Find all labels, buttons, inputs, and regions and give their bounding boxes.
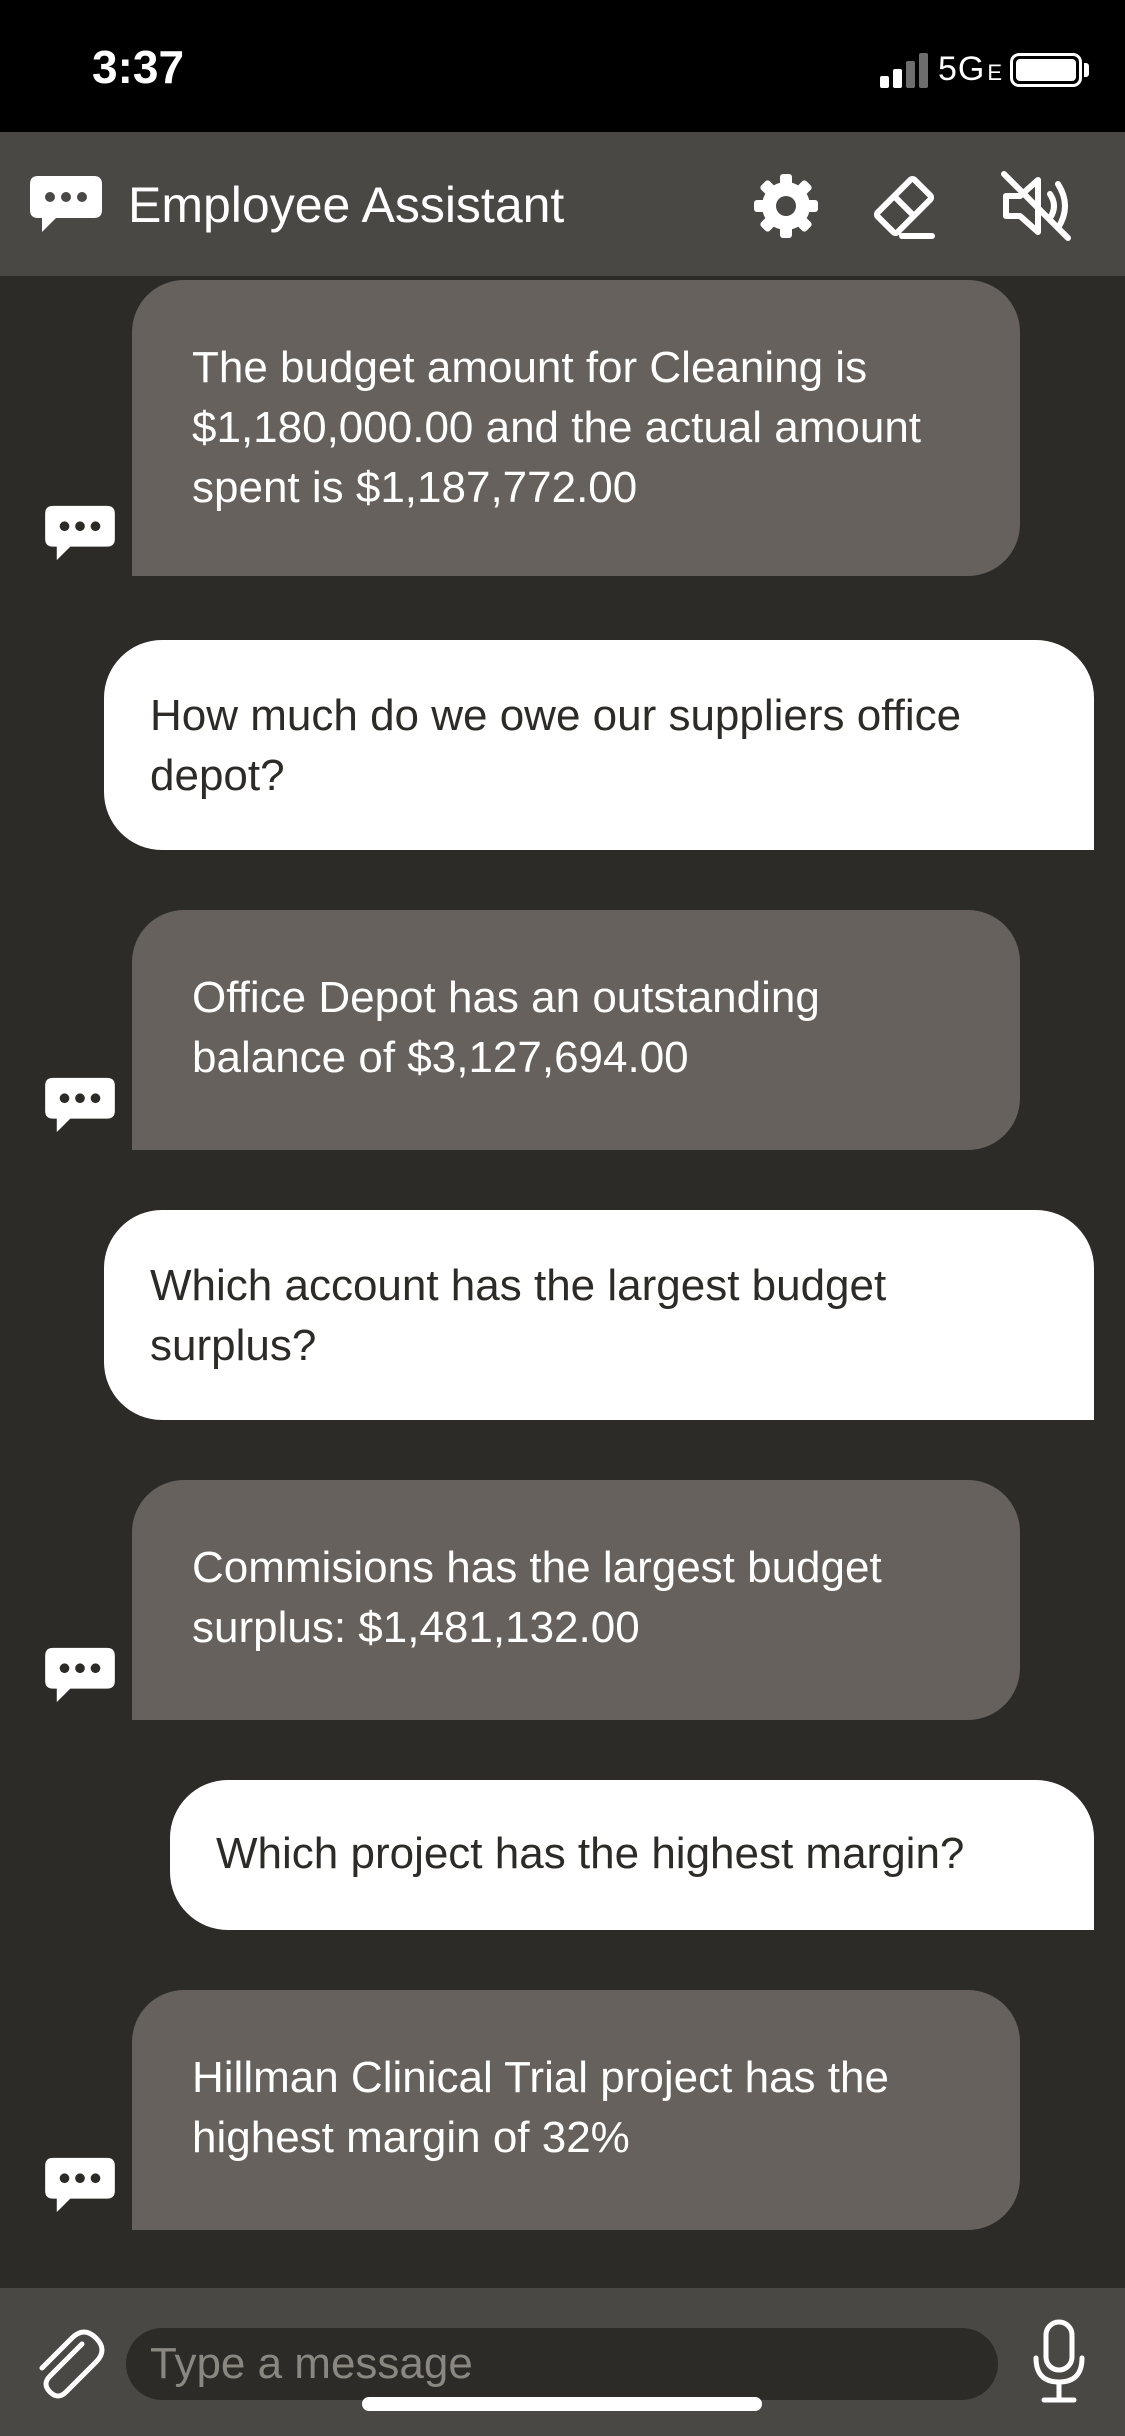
user-message: Which account has the largest budget sur… — [104, 1210, 1094, 1420]
message-input[interactable] — [126, 2328, 998, 2400]
bot-avatar-icon — [45, 505, 115, 561]
message-text: The budget amount for Cleaning is $1,180… — [192, 343, 922, 512]
message-text: Which project has the highest margin? — [216, 1829, 965, 1878]
eraser-icon[interactable] — [866, 168, 942, 244]
microphone-icon[interactable] — [1030, 2318, 1088, 2408]
message-text: Commisions has the largest bud­get surpl… — [192, 1543, 882, 1652]
network-type: 5GE — [938, 50, 1003, 89]
bot-message: Commisions has the largest bud­get surpl… — [132, 1480, 1020, 1720]
bot-message: Hillman Clinical Trial project has the h… — [132, 1990, 1020, 2230]
battery-tip — [1084, 63, 1089, 77]
message-composer — [0, 2288, 1125, 2436]
bot-avatar-icon — [45, 2157, 115, 2213]
battery-level — [1016, 59, 1076, 81]
status-time: 3:37 — [92, 41, 185, 93]
bot-message: The budget amount for Cleaning is $1,180… — [132, 280, 1020, 576]
network-type-suffix: E — [987, 60, 1004, 85]
speaker-muted-icon[interactable] — [998, 168, 1074, 244]
app-title: Employee Assistant — [128, 177, 565, 233]
user-message: Which project has the highest margin? — [170, 1780, 1094, 1930]
cellular-signal-icon — [880, 52, 932, 88]
gear-icon[interactable] — [748, 168, 824, 244]
bot-avatar-icon — [45, 1647, 115, 1703]
message-text: How much do we owe our suppliers of­fice… — [150, 691, 962, 800]
bot-avatar-icon — [45, 1077, 115, 1133]
message-text: Which account has the largest budget sur… — [150, 1261, 887, 1370]
network-type-label: 5G — [938, 50, 986, 88]
message-text: Hillman Clinical Trial project has the h… — [192, 2053, 889, 2162]
status-bar: 3:37 5GE — [0, 0, 1125, 132]
battery-icon — [1010, 53, 1082, 87]
app-header: Employee Assistant — [0, 132, 1125, 276]
bot-message: Office Depot has an outstanding balance … — [132, 910, 1020, 1150]
message-text: Office Depot has an outstanding balance … — [192, 973, 820, 1082]
home-indicator[interactable] — [362, 2397, 762, 2411]
chat-bubble-icon — [30, 176, 102, 232]
user-message: How much do we owe our suppliers of­fice… — [104, 640, 1094, 850]
screen: 3:37 5GE Employee Assistant The budget a… — [0, 0, 1125, 2436]
paperclip-icon[interactable] — [28, 2324, 108, 2404]
chat-history: The budget amount for Cleaning is $1,180… — [0, 276, 1125, 2288]
